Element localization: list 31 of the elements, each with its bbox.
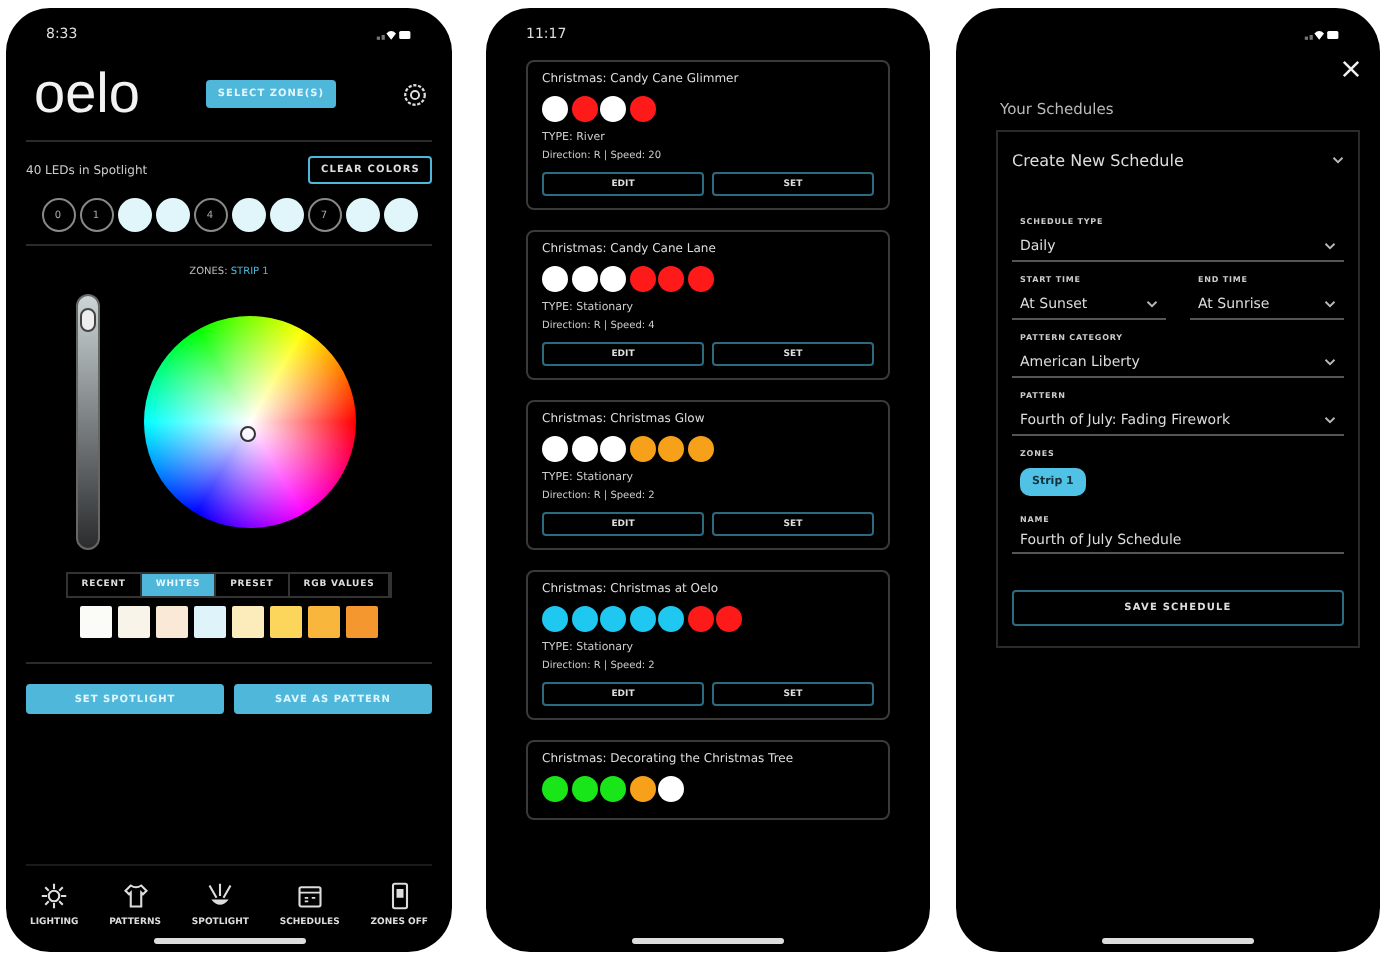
color-swatch[interactable] (308, 606, 340, 638)
color-swatch[interactable] (194, 606, 226, 638)
color-picker-thumb[interactable] (240, 425, 256, 441)
color-swatch[interactable] (346, 606, 378, 638)
caret-icon (1324, 357, 1336, 365)
led-dot[interactable] (155, 198, 189, 232)
led-dot[interactable] (231, 198, 265, 232)
slider-thumb[interactable] (80, 307, 96, 332)
form-title: Create New Schedule (1012, 151, 1184, 169)
led-dot[interactable] (345, 198, 379, 232)
led-dot[interactable] (269, 198, 303, 232)
led-dot[interactable] (117, 198, 151, 232)
color-swatch[interactable] (80, 606, 112, 638)
close-icon[interactable] (1342, 60, 1360, 78)
led-dot[interactable] (383, 198, 417, 232)
caret-icon (1332, 156, 1344, 164)
color-swatch[interactable] (118, 606, 150, 638)
spotlight-icon (206, 882, 235, 910)
shirt-icon (121, 882, 150, 910)
sun-icon (40, 882, 69, 910)
color-swatch[interactable] (156, 606, 188, 638)
caret-icon (1324, 241, 1336, 249)
caret-icon (1324, 415, 1336, 423)
color-swatch[interactable] (270, 606, 302, 638)
caret-icon (1146, 299, 1158, 307)
logo: oelo (34, 64, 140, 124)
color-swatch[interactable] (232, 606, 264, 638)
caret-icon (1324, 299, 1336, 307)
settings-icon[interactable] (402, 81, 428, 107)
calendar-icon (295, 882, 324, 910)
brightness-slider[interactable] (76, 293, 100, 549)
